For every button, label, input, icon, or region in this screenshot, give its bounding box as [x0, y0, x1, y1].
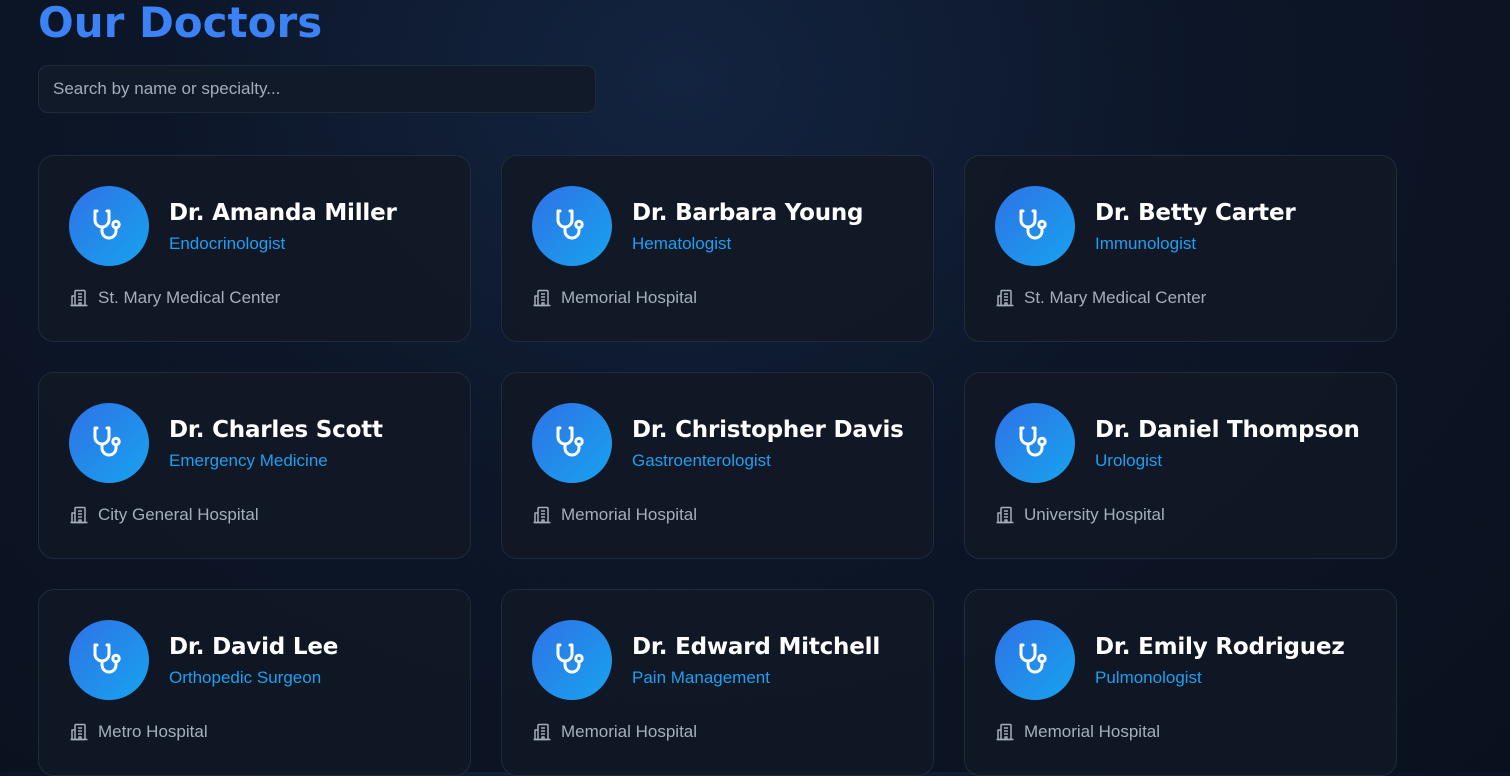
- hospital-building-icon: [533, 289, 551, 307]
- avatar: [69, 403, 149, 483]
- hospital-name: University Hospital: [1024, 505, 1165, 524]
- doctor-specialty: Urologist: [1095, 451, 1163, 470]
- doctor-card[interactable]: Dr. Emily Rodriguez Pulmonologist Memori…: [964, 589, 1397, 776]
- avatar: [532, 186, 612, 266]
- avatar: [69, 620, 149, 700]
- stethoscope-icon: [93, 209, 121, 240]
- hospital-row: Metro Hospital: [69, 722, 208, 742]
- avatar: [532, 620, 612, 700]
- stethoscope-icon: [93, 426, 121, 457]
- search-input[interactable]: [38, 65, 596, 113]
- doctor-card[interactable]: Dr. Charles Scott Emergency Medicine Cit…: [38, 372, 471, 559]
- doctor-card[interactable]: Dr. Barbara Young Hematologist Memorial …: [501, 155, 934, 342]
- avatar: [995, 620, 1075, 700]
- hospital-building-icon: [996, 289, 1014, 307]
- hospital-building-icon: [533, 506, 551, 524]
- hospital-name: Memorial Hospital: [1024, 722, 1161, 741]
- doctor-specialty: Orthopedic Surgeon: [169, 668, 322, 687]
- hospital-name: St. Mary Medical Center: [1024, 288, 1207, 307]
- hospital-row: Memorial Hospital: [532, 722, 697, 742]
- doctor-specialty: Pulmonologist: [1095, 668, 1202, 687]
- stethoscope-icon: [1019, 643, 1047, 674]
- avatar: [995, 186, 1075, 266]
- doctor-name: Dr. Christopher Davis: [632, 417, 904, 443]
- stethoscope-icon: [556, 426, 584, 457]
- hospital-name: St. Mary Medical Center: [98, 288, 281, 307]
- page-title: Our Doctors: [38, 0, 323, 47]
- hospital-name: Memorial Hospital: [561, 288, 698, 307]
- hospital-row: University Hospital: [995, 505, 1165, 525]
- hospital-name: Memorial Hospital: [561, 505, 698, 524]
- doctor-name: Dr. Daniel Thompson: [1095, 417, 1360, 443]
- doctor-card[interactable]: Dr. Amanda Miller Endocrinologist St. Ma…: [38, 155, 471, 342]
- doctor-name: Dr. Barbara Young: [632, 200, 864, 226]
- doctor-name: Dr. Charles Scott: [169, 417, 383, 443]
- hospital-building-icon: [996, 506, 1014, 524]
- doctor-card[interactable]: Dr. Betty Carter Immunologist St. Mary M…: [964, 155, 1397, 342]
- doctor-card[interactable]: Dr. Edward Mitchell Pain Management Memo…: [501, 589, 934, 776]
- hospital-row: Memorial Hospital: [532, 505, 697, 525]
- hospital-building-icon: [70, 723, 88, 741]
- doctor-specialty: Gastroenterologist: [632, 451, 771, 470]
- hospital-name: Metro Hospital: [98, 722, 208, 741]
- hospital-row: Memorial Hospital: [532, 288, 697, 308]
- doctor-card[interactable]: Dr. Christopher Davis Gastroenterologist…: [501, 372, 934, 559]
- doctor-specialty: Emergency Medicine: [169, 451, 328, 470]
- hospital-name: City General Hospital: [98, 505, 259, 524]
- stethoscope-icon: [1019, 209, 1047, 240]
- avatar: [69, 186, 149, 266]
- stethoscope-icon: [93, 643, 121, 674]
- stethoscope-icon: [556, 209, 584, 240]
- hospital-building-icon: [70, 506, 88, 524]
- doctor-name: Dr. Amanda Miller: [169, 200, 397, 226]
- doctor-grid: Dr. Amanda Miller Endocrinologist St. Ma…: [38, 155, 1397, 776]
- hospital-row: Memorial Hospital: [995, 722, 1160, 742]
- doctor-specialty: Hematologist: [632, 234, 732, 253]
- doctor-specialty: Immunologist: [1095, 234, 1197, 253]
- doctor-specialty: Pain Management: [632, 668, 770, 687]
- doctor-name: Dr. Emily Rodriguez: [1095, 634, 1345, 660]
- doctor-specialty: Endocrinologist: [169, 234, 286, 253]
- avatar: [532, 403, 612, 483]
- stethoscope-icon: [556, 643, 584, 674]
- stethoscope-icon: [1019, 426, 1047, 457]
- hospital-building-icon: [70, 289, 88, 307]
- hospital-row: St. Mary Medical Center: [995, 288, 1206, 308]
- hospital-row: St. Mary Medical Center: [69, 288, 280, 308]
- hospital-building-icon: [533, 723, 551, 741]
- doctor-name: Dr. David Lee: [169, 634, 339, 660]
- hospital-name: Memorial Hospital: [561, 722, 698, 741]
- avatar: [995, 403, 1075, 483]
- hospital-building-icon: [996, 723, 1014, 741]
- doctor-name: Dr. Betty Carter: [1095, 200, 1296, 226]
- doctor-card[interactable]: Dr. David Lee Orthopedic Surgeon Metro H…: [38, 589, 471, 776]
- doctor-name: Dr. Edward Mitchell: [632, 634, 880, 660]
- doctor-card[interactable]: Dr. Daniel Thompson Urologist University…: [964, 372, 1397, 559]
- hospital-row: City General Hospital: [69, 505, 259, 525]
